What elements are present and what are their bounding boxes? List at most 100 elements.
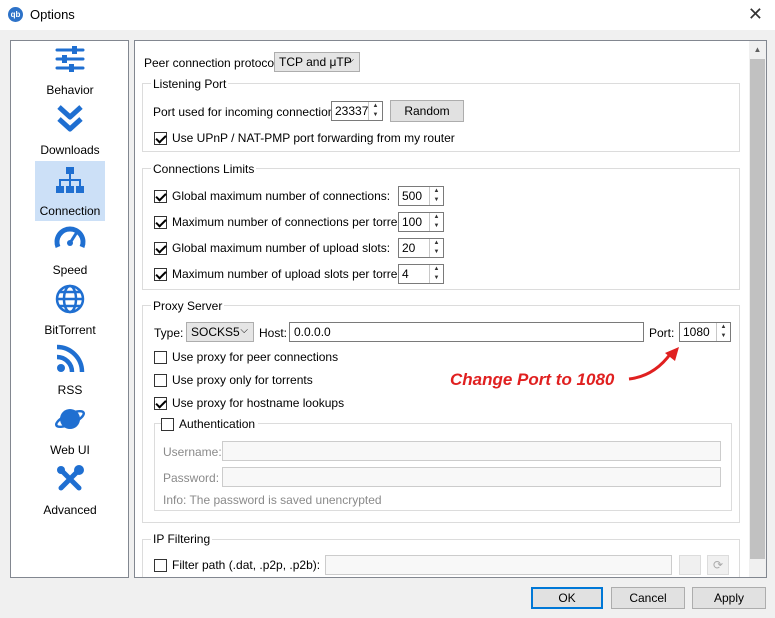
spin-down-icon[interactable]: ▼ (430, 248, 443, 257)
limit-label: Maximum number of upload slots per torre… (172, 267, 411, 281)
limit-checkbox[interactable] (154, 215, 167, 229)
authentication-checkbox[interactable] (161, 417, 174, 431)
protocol-value: TCP and μTP (279, 55, 352, 69)
reload-icon[interactable]: ⟳ (707, 555, 729, 575)
spin-down-icon[interactable]: ▼ (430, 222, 443, 231)
protocol-label: Peer connection protocol: (144, 56, 281, 70)
connection-settings-panel: Peer connection protocol: TCP and μTP ⌵ … (134, 40, 767, 578)
password-input[interactable] (222, 467, 721, 487)
proxy-host-label: Host: (259, 326, 288, 340)
sidebar-item-speed[interactable]: Speed (35, 221, 105, 281)
proxy-torrents-only-checkbox[interactable] (154, 373, 167, 387)
sidebar-item-downloads[interactable]: Downloads (35, 101, 105, 161)
sidebar-item-webui[interactable]: Web UI (35, 401, 105, 461)
authentication-checkbox-row[interactable]: Authentication (161, 417, 259, 431)
sidebar-item-behavior[interactable]: Behavior (35, 41, 105, 101)
proxy-option-row[interactable]: Use proxy only for torrents (154, 373, 313, 387)
password-info: Info: The password is saved unencrypted (163, 493, 382, 507)
proxy-hostname-checkbox[interactable] (154, 396, 167, 410)
limit-checkbox[interactable] (154, 267, 167, 281)
sidebar-item-label: Web UI (50, 443, 90, 457)
filter-path-row[interactable]: Filter path (.dat, .p2p, .p2b): (154, 558, 320, 572)
sidebar-item-bittorrent[interactable]: BitTorrent (35, 281, 105, 341)
annotation-arrow-icon (628, 347, 679, 381)
sidebar-item-label: Speed (52, 263, 88, 277)
cancel-button[interactable]: Cancel (611, 587, 685, 609)
proxy-option-label: Use proxy only for torrents (172, 373, 313, 387)
proxy-peer-checkbox[interactable] (154, 350, 167, 364)
limit-row[interactable]: Global maximum number of connections: (154, 189, 390, 203)
spin-up-icon[interactable]: ▲ (369, 102, 382, 111)
per-torrent-connections-spinbox[interactable]: 100 ▲ ▼ (398, 212, 444, 232)
spin-down-icon[interactable]: ▼ (369, 111, 382, 120)
proxy-type-combo[interactable]: SOCKS5 ⌵ (186, 322, 254, 342)
proxy-option-label: Use proxy for peer connections (172, 350, 339, 364)
authentication-label: Authentication (179, 417, 256, 431)
speedometer-icon (54, 226, 86, 248)
spin-up-icon[interactable]: ▲ (430, 187, 443, 196)
network-icon (56, 167, 84, 193)
global-upload-slots-spinbox[interactable]: 20 ▲ ▼ (398, 238, 444, 258)
limit-row[interactable]: Maximum number of upload slots per torre… (154, 267, 411, 281)
connections-limits-title: Connections Limits (151, 162, 257, 176)
filter-path-checkbox[interactable] (154, 558, 167, 572)
proxy-option-label: Use proxy for hostname lookups (172, 396, 345, 410)
limit-row[interactable]: Maximum number of connections per torren… (154, 215, 411, 229)
sliders-icon (55, 46, 85, 72)
password-label: Password: (163, 471, 220, 485)
global-connections-spinbox[interactable]: 500 ▲ ▼ (398, 186, 444, 206)
proxy-host-value: 0.0.0.0 (294, 325, 331, 339)
upnp-checkbox-row[interactable]: Use UPnP / NAT-PMP port forwarding from … (154, 131, 455, 145)
spin-down-icon[interactable]: ▼ (430, 274, 443, 283)
random-port-button[interactable]: Random (390, 100, 464, 122)
proxy-option-row[interactable]: Use proxy for peer connections (154, 350, 338, 364)
chevron-down-icon: ⌵ (240, 325, 248, 336)
incoming-port-spinbox[interactable]: 23337 ▲ ▼ (331, 101, 383, 121)
options-sidebar: Behavior Downloads Connection Speed BitT… (10, 40, 129, 578)
username-input[interactable] (222, 441, 721, 461)
proxy-port-spinbox[interactable]: 1080 ▲ ▼ (679, 322, 731, 342)
spin-up-icon[interactable]: ▲ (430, 213, 443, 222)
ok-button[interactable]: OK (531, 587, 603, 609)
tools-icon (57, 465, 84, 491)
limit-value: 4 (402, 267, 409, 281)
spin-up-icon[interactable]: ▲ (430, 265, 443, 274)
sidebar-item-label: Connection (39, 204, 101, 218)
spin-down-icon[interactable]: ▼ (430, 196, 443, 205)
protocol-combo[interactable]: TCP and μTP ⌵ (274, 52, 360, 72)
app-logo-icon: qb (8, 7, 23, 22)
limit-value: 20 (402, 241, 416, 255)
scroll-up-icon[interactable]: ▲ (749, 41, 766, 58)
port-label: Port used for incoming connections: (153, 105, 344, 119)
sidebar-item-label: RSS (57, 383, 83, 397)
scroll-thumb[interactable] (750, 59, 765, 559)
sidebar-item-advanced[interactable]: Advanced (35, 461, 105, 521)
limit-checkbox[interactable] (154, 241, 167, 255)
sidebar-item-rss[interactable]: RSS (35, 341, 105, 401)
close-icon[interactable]: ✕ (748, 4, 763, 25)
limit-label: Maximum number of connections per torren… (172, 215, 411, 229)
username-label: Username: (163, 445, 222, 459)
sidebar-item-connection[interactable]: Connection (35, 161, 105, 221)
limit-checkbox[interactable] (154, 189, 167, 203)
browse-folder-icon[interactable] (679, 555, 701, 575)
limit-value: 500 (402, 189, 423, 203)
sidebar-item-label: Downloads (40, 143, 100, 157)
sidebar-item-label: Advanced (43, 503, 97, 517)
proxy-host-input[interactable]: 0.0.0.0 (289, 322, 644, 342)
annotation-text: Change Port to 1080 (450, 370, 615, 389)
planet-icon (54, 409, 86, 429)
apply-button[interactable]: Apply (692, 587, 766, 609)
spin-up-icon[interactable]: ▲ (717, 323, 730, 332)
spin-down-icon[interactable]: ▼ (717, 332, 730, 341)
proxy-server-title: Proxy Server (151, 299, 225, 313)
limit-label: Global maximum number of connections: (172, 189, 391, 203)
vertical-scrollbar[interactable]: ▲ (749, 41, 766, 577)
proxy-option-row[interactable]: Use proxy for hostname lookups (154, 396, 344, 410)
filter-path-input[interactable] (325, 555, 672, 575)
limit-row[interactable]: Global maximum number of upload slots: (154, 241, 390, 255)
upnp-checkbox[interactable] (154, 131, 167, 145)
spin-up-icon[interactable]: ▲ (430, 239, 443, 248)
limit-label: Global maximum number of upload slots: (172, 241, 391, 255)
per-torrent-upload-slots-spinbox[interactable]: 4 ▲ ▼ (398, 264, 444, 284)
